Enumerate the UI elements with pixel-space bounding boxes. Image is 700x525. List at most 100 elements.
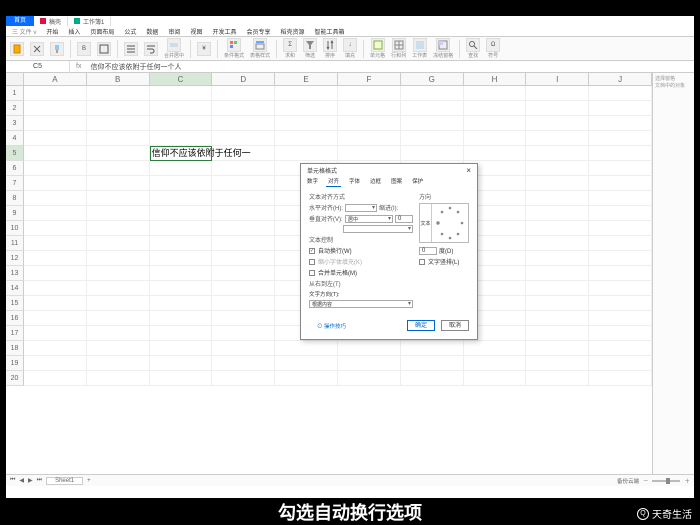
row-header[interactable]: 4 [6,131,24,146]
cell[interactable] [338,356,401,371]
row-header[interactable]: 3 [6,116,24,131]
fill-icon[interactable]: ↓ [343,38,357,52]
cell[interactable] [150,221,213,236]
row-header[interactable]: 16 [6,311,24,326]
cell[interactable] [87,131,150,146]
tab-font[interactable]: 字体 [347,176,362,187]
cell[interactable] [212,281,275,296]
cell[interactable] [526,341,589,356]
cell[interactable] [589,356,652,371]
text-direction-select[interactable]: 根据内容 [309,300,413,308]
cell[interactable] [526,191,589,206]
cell[interactable] [526,161,589,176]
cell[interactable] [150,116,213,131]
cell[interactable] [589,191,652,206]
cell[interactable] [589,341,652,356]
sheet-icon[interactable] [413,38,427,52]
tab-border[interactable]: 边框 [368,176,383,187]
column-header[interactable]: C [150,73,213,86]
checkbox-vertical-text[interactable]: 文字竖排(L) [419,257,469,266]
tab-number[interactable]: 数字 [305,176,320,187]
cell[interactable] [275,86,338,101]
cell[interactable] [526,116,589,131]
cell[interactable] [212,221,275,236]
cell[interactable] [212,251,275,266]
row-header[interactable]: 1 [6,86,24,101]
cell[interactable] [338,341,401,356]
column-header[interactable]: H [464,73,527,86]
cell[interactable] [24,281,87,296]
degree-spinner[interactable]: 0 [419,247,437,255]
menu-start[interactable]: 开始 [46,27,58,36]
cell[interactable] [212,266,275,281]
cell[interactable] [212,206,275,221]
sheet-nav-prev[interactable]: ◀ [19,477,24,484]
cell[interactable] [87,116,150,131]
menu-ai[interactable]: 智能工具箱 [315,27,345,36]
column-header[interactable]: B [87,73,150,86]
cell[interactable] [87,296,150,311]
sheet-nav-last[interactable]: ⏭ [37,477,42,484]
document-tab-1[interactable]: 稿壳 [34,17,68,26]
row-header[interactable]: 15 [6,296,24,311]
cell[interactable] [87,191,150,206]
bold-icon[interactable]: B [77,42,91,56]
menu-dev[interactable]: 开发工具 [212,27,236,36]
menu-review[interactable]: 审阅 [168,27,180,36]
app-tab[interactable]: 首页 [6,16,34,26]
cell[interactable] [24,341,87,356]
cell[interactable] [24,356,87,371]
cell[interactable] [338,371,401,386]
cell[interactable] [589,221,652,236]
cell[interactable] [401,371,464,386]
cell[interactable] [338,116,401,131]
cell[interactable] [275,101,338,116]
row-header[interactable]: 11 [6,236,24,251]
cell[interactable] [212,161,275,176]
sheet-nav-first[interactable]: ⏮ [10,477,15,484]
cell[interactable] [24,311,87,326]
cell-format-icon[interactable] [371,38,385,52]
column-header[interactable]: F [338,73,401,86]
cell[interactable] [87,146,150,161]
cell[interactable] [24,146,87,161]
freeze-icon[interactable] [436,38,450,52]
cut-icon[interactable] [30,42,44,56]
tab-fill[interactable]: 图案 [389,176,404,187]
cell[interactable] [589,296,652,311]
cell[interactable] [526,206,589,221]
row-header[interactable]: 18 [6,341,24,356]
cell[interactable] [589,101,652,116]
format-painter-icon[interactable] [50,42,64,56]
cell[interactable] [589,311,652,326]
cell[interactable] [464,86,527,101]
row-header[interactable]: 8 [6,191,24,206]
row-header[interactable]: 19 [6,356,24,371]
cell[interactable] [526,146,589,161]
cell[interactable] [24,371,87,386]
menu-resources[interactable]: 稻壳资源 [280,27,304,36]
cell[interactable] [150,266,213,281]
cell[interactable] [212,311,275,326]
row-col-icon[interactable] [392,38,406,52]
cell[interactable] [464,356,527,371]
row-header[interactable]: 20 [6,371,24,386]
cell[interactable] [589,371,652,386]
cell[interactable] [150,131,213,146]
cell[interactable] [24,236,87,251]
cell[interactable] [212,86,275,101]
border-icon[interactable] [97,42,111,56]
cell[interactable] [150,176,213,191]
cell[interactable] [212,326,275,341]
column-header[interactable]: G [401,73,464,86]
cell[interactable] [464,101,527,116]
cell[interactable] [24,266,87,281]
close-icon[interactable]: × [466,166,471,175]
cell[interactable] [212,341,275,356]
cell[interactable] [150,191,213,206]
filter-icon[interactable] [303,38,317,52]
cell[interactable] [87,251,150,266]
menu-view[interactable]: 视图 [190,27,202,36]
cell[interactable] [150,341,213,356]
cell[interactable] [589,161,652,176]
